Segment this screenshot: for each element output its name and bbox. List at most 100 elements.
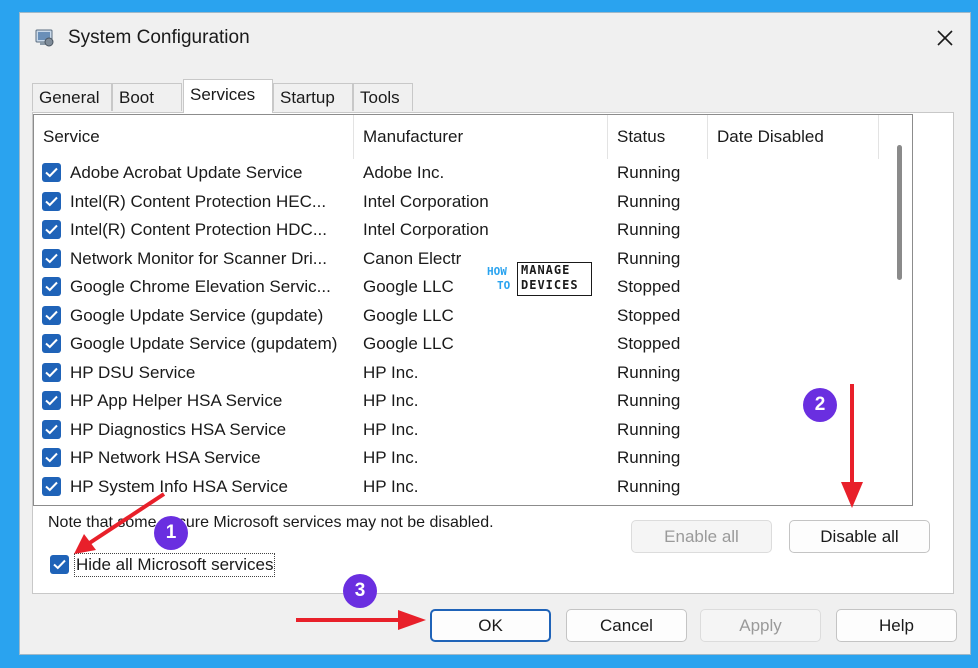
- services-list[interactable]: Service Manufacturer Status Date Disable…: [33, 114, 913, 506]
- table-row[interactable]: Google Update Service (gupdate) Google LL…: [34, 302, 879, 331]
- service-checkbox[interactable]: [42, 163, 61, 182]
- service-checkbox[interactable]: [42, 391, 61, 410]
- status-cell: Running: [617, 419, 681, 439]
- tab-startup[interactable]: Startup: [273, 83, 353, 111]
- status-cell: Stopped: [617, 305, 681, 325]
- service-name: HP App Helper HSA Service: [70, 391, 283, 410]
- status-cell: Stopped: [617, 277, 681, 296]
- table-row[interactable]: HP DSU Service HP Inc. Running: [34, 359, 879, 388]
- service-name: Google Update Service (gupdate): [70, 305, 324, 325]
- status-cell: Running: [617, 248, 681, 268]
- manufacturer-cell: Google LLC: [363, 305, 454, 325]
- manufacturer-cell: HP Inc.: [363, 476, 419, 496]
- manufacturer-cell: HP Inc.: [363, 362, 419, 382]
- checkmark-icon: [45, 395, 58, 406]
- cancel-button[interactable]: Cancel: [566, 609, 687, 642]
- status-cell: Running: [617, 476, 681, 496]
- service-name: Google Update Service (gupdatem): [70, 334, 338, 353]
- msconfig-app-icon: [34, 27, 56, 49]
- list-rows: Adobe Acrobat Update Service Adobe Inc. Ru…: [34, 159, 879, 501]
- checkmark-icon: [45, 196, 58, 206]
- table-row[interactable]: Network Monitor for Scanner Dri... Canon …: [34, 245, 879, 274]
- help-button[interactable]: Help: [836, 609, 957, 642]
- tab-general[interactable]: General: [32, 83, 112, 111]
- manufacturer-cell: Adobe Inc.: [363, 163, 445, 182]
- table-row[interactable]: HP Network HSA Service HP Inc. Running: [34, 444, 879, 473]
- window-title: System Configuration: [68, 27, 250, 48]
- checkmark-icon: [45, 424, 58, 434]
- apply-button[interactable]: Apply: [700, 609, 821, 642]
- column-header-status[interactable]: Status: [608, 115, 708, 159]
- annotation-badge-3: 3: [343, 574, 377, 608]
- service-name: Network Monitor for Scanner Dri...: [70, 248, 327, 268]
- date-disabled-cell: [717, 245, 877, 274]
- service-checkbox[interactable]: [42, 248, 61, 268]
- date-disabled-cell: [717, 302, 877, 331]
- status-cell: Running: [617, 163, 681, 182]
- tab-tools[interactable]: Tools: [353, 83, 413, 111]
- status-cell: Running: [617, 391, 681, 410]
- service-name: HP Diagnostics HSA Service: [70, 419, 287, 439]
- checkmark-icon: [45, 367, 58, 377]
- manufacturer-cell: HP Inc.: [363, 391, 419, 410]
- service-name: HP DSU Service: [70, 362, 196, 382]
- service-checkbox[interactable]: [42, 362, 61, 382]
- column-header-date-disabled[interactable]: Date Disabled: [708, 115, 879, 159]
- enable-all-button[interactable]: Enable all: [631, 520, 772, 553]
- table-row[interactable]: Google Update Service (gupdatem) Google L…: [34, 330, 879, 359]
- disable-all-button[interactable]: Disable all: [789, 520, 930, 553]
- column-header-service[interactable]: Service: [34, 115, 354, 159]
- service-checkbox[interactable]: [42, 277, 61, 296]
- checkmark-icon: [45, 338, 58, 349]
- service-name: HP Network HSA Service: [70, 448, 261, 467]
- close-icon: [937, 30, 953, 46]
- table-row[interactable]: Google Chrome Elevation Servic... Google …: [34, 273, 879, 302]
- service-checkbox[interactable]: [42, 419, 61, 439]
- tab-services[interactable]: Services: [183, 79, 273, 113]
- date-disabled-cell: [717, 216, 877, 245]
- status-cell: Running: [617, 362, 681, 382]
- service-checkbox[interactable]: [42, 191, 61, 211]
- table-row[interactable]: HP App Helper HSA Service HP Inc. Running: [34, 387, 879, 416]
- service-name: Google Chrome Elevation Servic...: [70, 277, 331, 296]
- annotation-badge-1: 1: [154, 516, 188, 550]
- manufacturer-cell: Intel Corporation: [363, 220, 489, 239]
- date-disabled-cell: [717, 188, 877, 217]
- status-cell: Running: [617, 220, 681, 239]
- service-checkbox[interactable]: [42, 305, 61, 325]
- annotation-badge-2: 2: [803, 388, 837, 422]
- status-cell: Stopped: [617, 334, 681, 353]
- manufacturer-cell: Intel Corporation: [363, 191, 489, 211]
- service-name: Intel(R) Content Protection HEC...: [70, 191, 327, 211]
- vertical-scrollbar[interactable]: [897, 145, 902, 280]
- table-row[interactable]: Adobe Acrobat Update Service Adobe Inc. Ru…: [34, 159, 879, 188]
- table-row[interactable]: Intel(R) Content Protection HEC... Intel …: [34, 188, 879, 217]
- column-header-manufacturer[interactable]: Manufacturer: [354, 115, 608, 159]
- service-name: Adobe Acrobat Update Service: [70, 163, 303, 182]
- close-button[interactable]: [930, 23, 960, 53]
- date-disabled-cell: [717, 159, 877, 188]
- checkmark-icon: [45, 452, 58, 463]
- date-disabled-cell: [717, 273, 877, 302]
- list-header: Service Manufacturer Status Date Disable…: [34, 115, 879, 159]
- manufacturer-cell: HP Inc.: [363, 419, 419, 439]
- service-checkbox[interactable]: [42, 476, 61, 496]
- checkmark-icon: [45, 310, 58, 320]
- manufacturer-cell: Google LLC: [363, 334, 454, 353]
- date-disabled-cell: [717, 330, 877, 359]
- status-cell: Running: [617, 191, 681, 211]
- service-name: Intel(R) Content Protection HDC...: [70, 220, 327, 239]
- table-row[interactable]: HP Diagnostics HSA Service HP Inc. Running: [34, 416, 879, 445]
- title-bar[interactable]: System Configuration: [20, 13, 970, 67]
- service-checkbox[interactable]: [42, 334, 61, 353]
- table-row[interactable]: Intel(R) Content Protection HDC... Intel …: [34, 216, 879, 245]
- checkmark-icon: [45, 481, 58, 491]
- annotation-arrow-2: [841, 384, 863, 508]
- ok-button[interactable]: OK: [430, 609, 551, 642]
- service-checkbox[interactable]: [42, 220, 61, 239]
- tab-boot[interactable]: Boot: [112, 83, 182, 111]
- service-checkbox[interactable]: [42, 448, 61, 467]
- manufacturer-cell: HP Inc.: [363, 448, 419, 467]
- annotation-arrow-3: [296, 610, 426, 630]
- how-to-manage-devices-watermark: HOW TO MANAGE DEVICES: [485, 262, 595, 298]
